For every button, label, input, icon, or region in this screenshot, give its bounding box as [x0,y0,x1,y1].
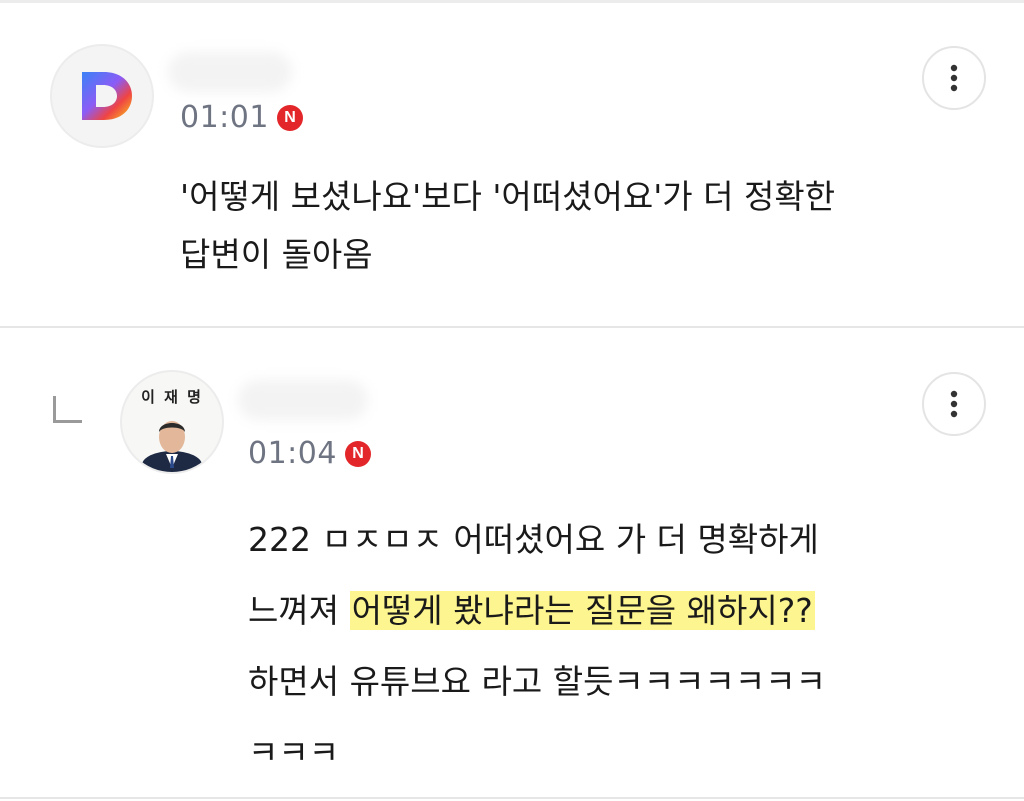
more-options-button[interactable] [922,46,986,110]
comment-line: 222 ㅁㅈㅁㅈ 어떠셨어요 가 더 명확하게 [248,520,819,559]
author-name-redacted [238,380,368,420]
more-options-button[interactable] [922,372,986,436]
reply-indent-icon [53,396,82,423]
comment-line: 하면서 유튜브요 라고 할듯ㅋㅋㅋㅋㅋㅋㅋ [248,662,826,701]
comment-time: 01:04 [248,436,337,471]
portrait-icon [142,421,202,472]
author-name-redacted [168,52,292,92]
comment-line: '어떻게 보셨나요'보다 '어떠셨어요'가 더 정확한 [180,177,836,216]
more-vertical-icon [950,64,958,92]
bottom-divider [0,797,1024,799]
comment-item: 01:01 N '어떻게 보셨나요'보다 '어떠셨어요'가 더 정확한 답변이 … [0,0,1024,326]
comment-meta: 01:04 N [248,436,371,471]
avatar[interactable] [50,44,154,148]
new-badge: N [344,440,371,467]
comment-time: 01:01 [180,100,269,135]
highlighted-text: 어떻게 봤냐라는 질문을 왜하지?? [349,591,815,630]
avatar[interactable]: 이 재 명 [120,370,224,474]
comment-text: 느껴져 [248,591,350,630]
comment-body: '어떻게 보셨나요'보다 '어떠셨어요'가 더 정확한 답변이 돌아옴 [180,168,835,284]
more-vertical-icon [950,390,958,418]
comment-body: 222 ㅁㅈㅁㅈ 어떠셨어요 가 더 명확하게 느껴져 어떻게 봤냐라는 질문을… [248,504,826,788]
comment-line: 느껴져 어떻게 봤냐라는 질문을 왜하지?? [248,575,826,646]
reply-comment-item: 이 재 명 01:04 N 222 ㅁㅈㅁㅈ 어떠셨어요 가 더 명확하게 느껴… [0,328,1024,801]
comment-meta: 01:01 N [180,100,303,135]
comment-line: 답변이 돌아옴 [180,235,373,274]
new-badge: N [276,104,303,131]
daum-logo-icon [82,72,132,120]
comment-line: ㅋㅋㅋ [248,733,340,772]
